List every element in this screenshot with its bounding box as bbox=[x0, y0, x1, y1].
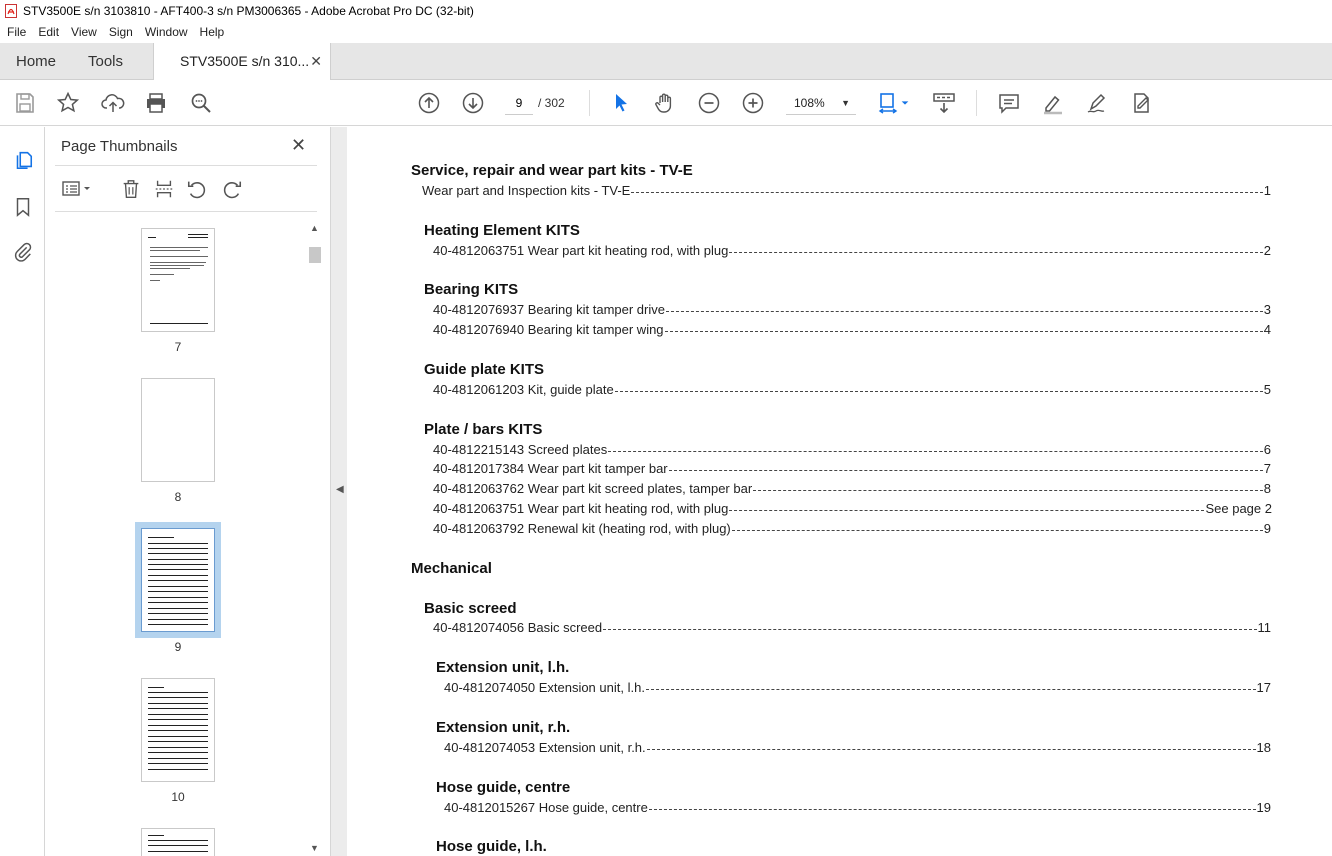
panel-splitter[interactable]: ◀ bbox=[330, 127, 347, 856]
scrollbar-track[interactable] bbox=[308, 221, 322, 856]
select-cursor-icon[interactable] bbox=[608, 90, 634, 116]
window-title: STV3500E s/n 3103810 - AFT400-3 s/n PM30… bbox=[23, 4, 474, 18]
zoom-in-icon[interactable] bbox=[740, 90, 766, 116]
tab-document[interactable]: STV3500E s/n 310... ✕ bbox=[153, 43, 331, 81]
rotate-counterclockwise-icon[interactable] bbox=[185, 177, 209, 201]
acrobat-app-icon bbox=[5, 4, 17, 18]
bookmarks-icon[interactable] bbox=[10, 194, 36, 220]
toc-section-heading: Mechanical bbox=[411, 560, 492, 577]
toc-entry[interactable]: 40-4812063751 Wear part kit heating rod,… bbox=[433, 501, 1272, 516]
bookmark-star-icon[interactable] bbox=[55, 90, 81, 116]
tab-tools[interactable]: Tools bbox=[88, 43, 123, 80]
page-thumbnail-8[interactable] bbox=[141, 378, 215, 482]
toc-entry[interactable]: 40-4812061203 Kit, guide plate 5 bbox=[433, 382, 1271, 397]
thumbnail-label: 10 bbox=[171, 790, 185, 804]
thumbnail-label: 7 bbox=[174, 340, 182, 354]
toc-entry[interactable]: 40-4812015267 Hose guide, centre 19 bbox=[444, 800, 1271, 815]
page-thumbnail-10[interactable] bbox=[141, 678, 215, 782]
toc-subheading: Basic screed bbox=[424, 600, 517, 617]
acrobat-window: STV3500E s/n 3103810 - AFT400-3 s/n PM30… bbox=[0, 0, 1332, 856]
toc-subheading: Extension unit, l.h. bbox=[436, 659, 570, 676]
toc-entry[interactable]: 40-4812063792 Renewal kit (heating rod, … bbox=[433, 521, 1271, 536]
tab-document-label: STV3500E s/n 310... bbox=[180, 53, 310, 69]
main-toolbar bbox=[0, 80, 1332, 126]
chevron-down-icon: ▼ bbox=[841, 98, 850, 108]
close-tab-icon[interactable]: ✕ bbox=[310, 43, 322, 80]
panel-title: Page Thumbnails bbox=[61, 138, 178, 155]
menu-file[interactable]: File bbox=[2, 25, 31, 39]
thumbnail-label: 8 bbox=[174, 490, 182, 504]
chevron-down-icon[interactable] bbox=[898, 90, 912, 116]
toolbar-divider bbox=[976, 90, 977, 116]
scrollbar-thumb[interactable] bbox=[309, 247, 321, 263]
scroll-up-icon[interactable]: ▲ bbox=[310, 223, 319, 233]
toc-entry[interactable]: 40-4812074050 Extension unit, l.h. 17 bbox=[444, 680, 1271, 695]
toc-subheading: Hose guide, centre bbox=[436, 779, 571, 796]
thumbnail-options-menu-icon[interactable] bbox=[59, 177, 95, 201]
menu-view[interactable]: View bbox=[66, 25, 102, 39]
rotate-clockwise-icon[interactable] bbox=[220, 177, 244, 201]
toc-entry[interactable]: 40-4812076940 Bearing kit tamper wing 4 bbox=[433, 322, 1271, 337]
panel-divider bbox=[55, 165, 317, 166]
zoom-level-value: 108% bbox=[794, 96, 825, 110]
extract-page-icon[interactable] bbox=[152, 177, 176, 201]
menu-help[interactable]: Help bbox=[195, 25, 230, 39]
menu-sign[interactable]: Sign bbox=[104, 25, 138, 39]
toc-entry[interactable]: 40-4812063751 Wear part kit heating rod,… bbox=[433, 243, 1271, 258]
toc-entry[interactable]: 40-4812215143 Screed plates 6 bbox=[433, 442, 1271, 457]
highlight-pen-icon[interactable] bbox=[1040, 90, 1066, 116]
zoom-out-icon[interactable] bbox=[696, 90, 722, 116]
page-thumbnails-panel: Page Thumbnails ✕ 7 8 9 10 ▲ ▼ bbox=[45, 127, 330, 856]
menu-edit[interactable]: Edit bbox=[33, 25, 64, 39]
menu-window[interactable]: Window bbox=[140, 25, 193, 39]
toc-entry[interactable]: 40-4812076937 Bearing kit tamper drive 3 bbox=[433, 302, 1271, 317]
collapse-panel-icon[interactable]: ◀ bbox=[336, 484, 344, 495]
toc-subheading: Hose guide, l.h. bbox=[436, 838, 547, 855]
print-icon[interactable] bbox=[143, 90, 169, 116]
save-icon[interactable] bbox=[12, 90, 38, 116]
delete-page-icon[interactable] bbox=[119, 177, 143, 201]
tab-bar: Home Tools STV3500E s/n 310... ✕ bbox=[0, 43, 1332, 81]
next-page-icon[interactable] bbox=[460, 90, 486, 116]
page-number-input[interactable] bbox=[505, 91, 533, 115]
tab-home[interactable]: Home bbox=[16, 43, 56, 80]
panel-divider bbox=[55, 211, 317, 212]
zoom-level-select[interactable]: 108% ▼ bbox=[786, 91, 856, 115]
toc-subheading: Bearing KITS bbox=[424, 281, 519, 298]
page-thumbnails-icon[interactable] bbox=[10, 147, 36, 173]
toc-subheading: Extension unit, r.h. bbox=[436, 719, 571, 736]
find-search-icon[interactable] bbox=[188, 90, 214, 116]
attachments-paperclip-icon[interactable] bbox=[10, 239, 36, 265]
menu-bar: File Edit View Sign Window Help bbox=[0, 22, 1332, 42]
toc-entry[interactable]: 40-4812074056 Basic screed 11 bbox=[433, 620, 1271, 635]
scroll-mode-icon[interactable] bbox=[931, 90, 957, 116]
scroll-down-icon[interactable]: ▼ bbox=[310, 843, 319, 853]
share-upload-icon[interactable] bbox=[100, 90, 126, 116]
document-view[interactable]: Service, repair and wear part kits - TV-… bbox=[347, 127, 1332, 856]
draw-freehand-icon[interactable] bbox=[1084, 90, 1110, 116]
fill-sign-icon[interactable] bbox=[1128, 90, 1154, 116]
thumbnails-scrollbar[interactable]: ▲ ▼ bbox=[308, 221, 322, 856]
page-thumbnail-9[interactable] bbox=[135, 522, 221, 638]
close-panel-icon[interactable]: ✕ bbox=[291, 135, 306, 156]
toc-subheading: Plate / bars KITS bbox=[424, 421, 543, 438]
hand-tool-icon[interactable] bbox=[652, 90, 678, 116]
comment-icon[interactable] bbox=[996, 90, 1022, 116]
toc-subheading: Heating Element KITS bbox=[424, 222, 580, 239]
left-navigation-rail bbox=[0, 127, 45, 856]
page-thumbnail-11[interactable] bbox=[141, 828, 215, 856]
toc-entry[interactable]: 40-4812074053 Extension unit, r.h. 18 bbox=[444, 740, 1271, 755]
toc-subheading: Guide plate KITS bbox=[424, 361, 545, 378]
toolbar-divider bbox=[589, 90, 590, 116]
previous-page-icon[interactable] bbox=[416, 90, 442, 116]
toc-entry[interactable]: 40-4812017384 Wear part kit tamper bar 7 bbox=[433, 461, 1271, 476]
thumbnail-label: 9 bbox=[174, 640, 182, 654]
page-total: / 302 bbox=[538, 96, 565, 110]
toc-entry[interactable]: Wear part and Inspection kits - TV-E 1 bbox=[422, 183, 1271, 198]
toc-section-heading: Service, repair and wear part kits - TV-… bbox=[411, 162, 693, 179]
table-of-contents: Service, repair and wear part kits - TV-… bbox=[347, 127, 1332, 856]
page-thumbnail-7[interactable] bbox=[141, 228, 215, 332]
toc-entry[interactable]: 40-4812063762 Wear part kit screed plate… bbox=[433, 481, 1271, 496]
title-bar: STV3500E s/n 3103810 - AFT400-3 s/n PM30… bbox=[0, 0, 1332, 22]
